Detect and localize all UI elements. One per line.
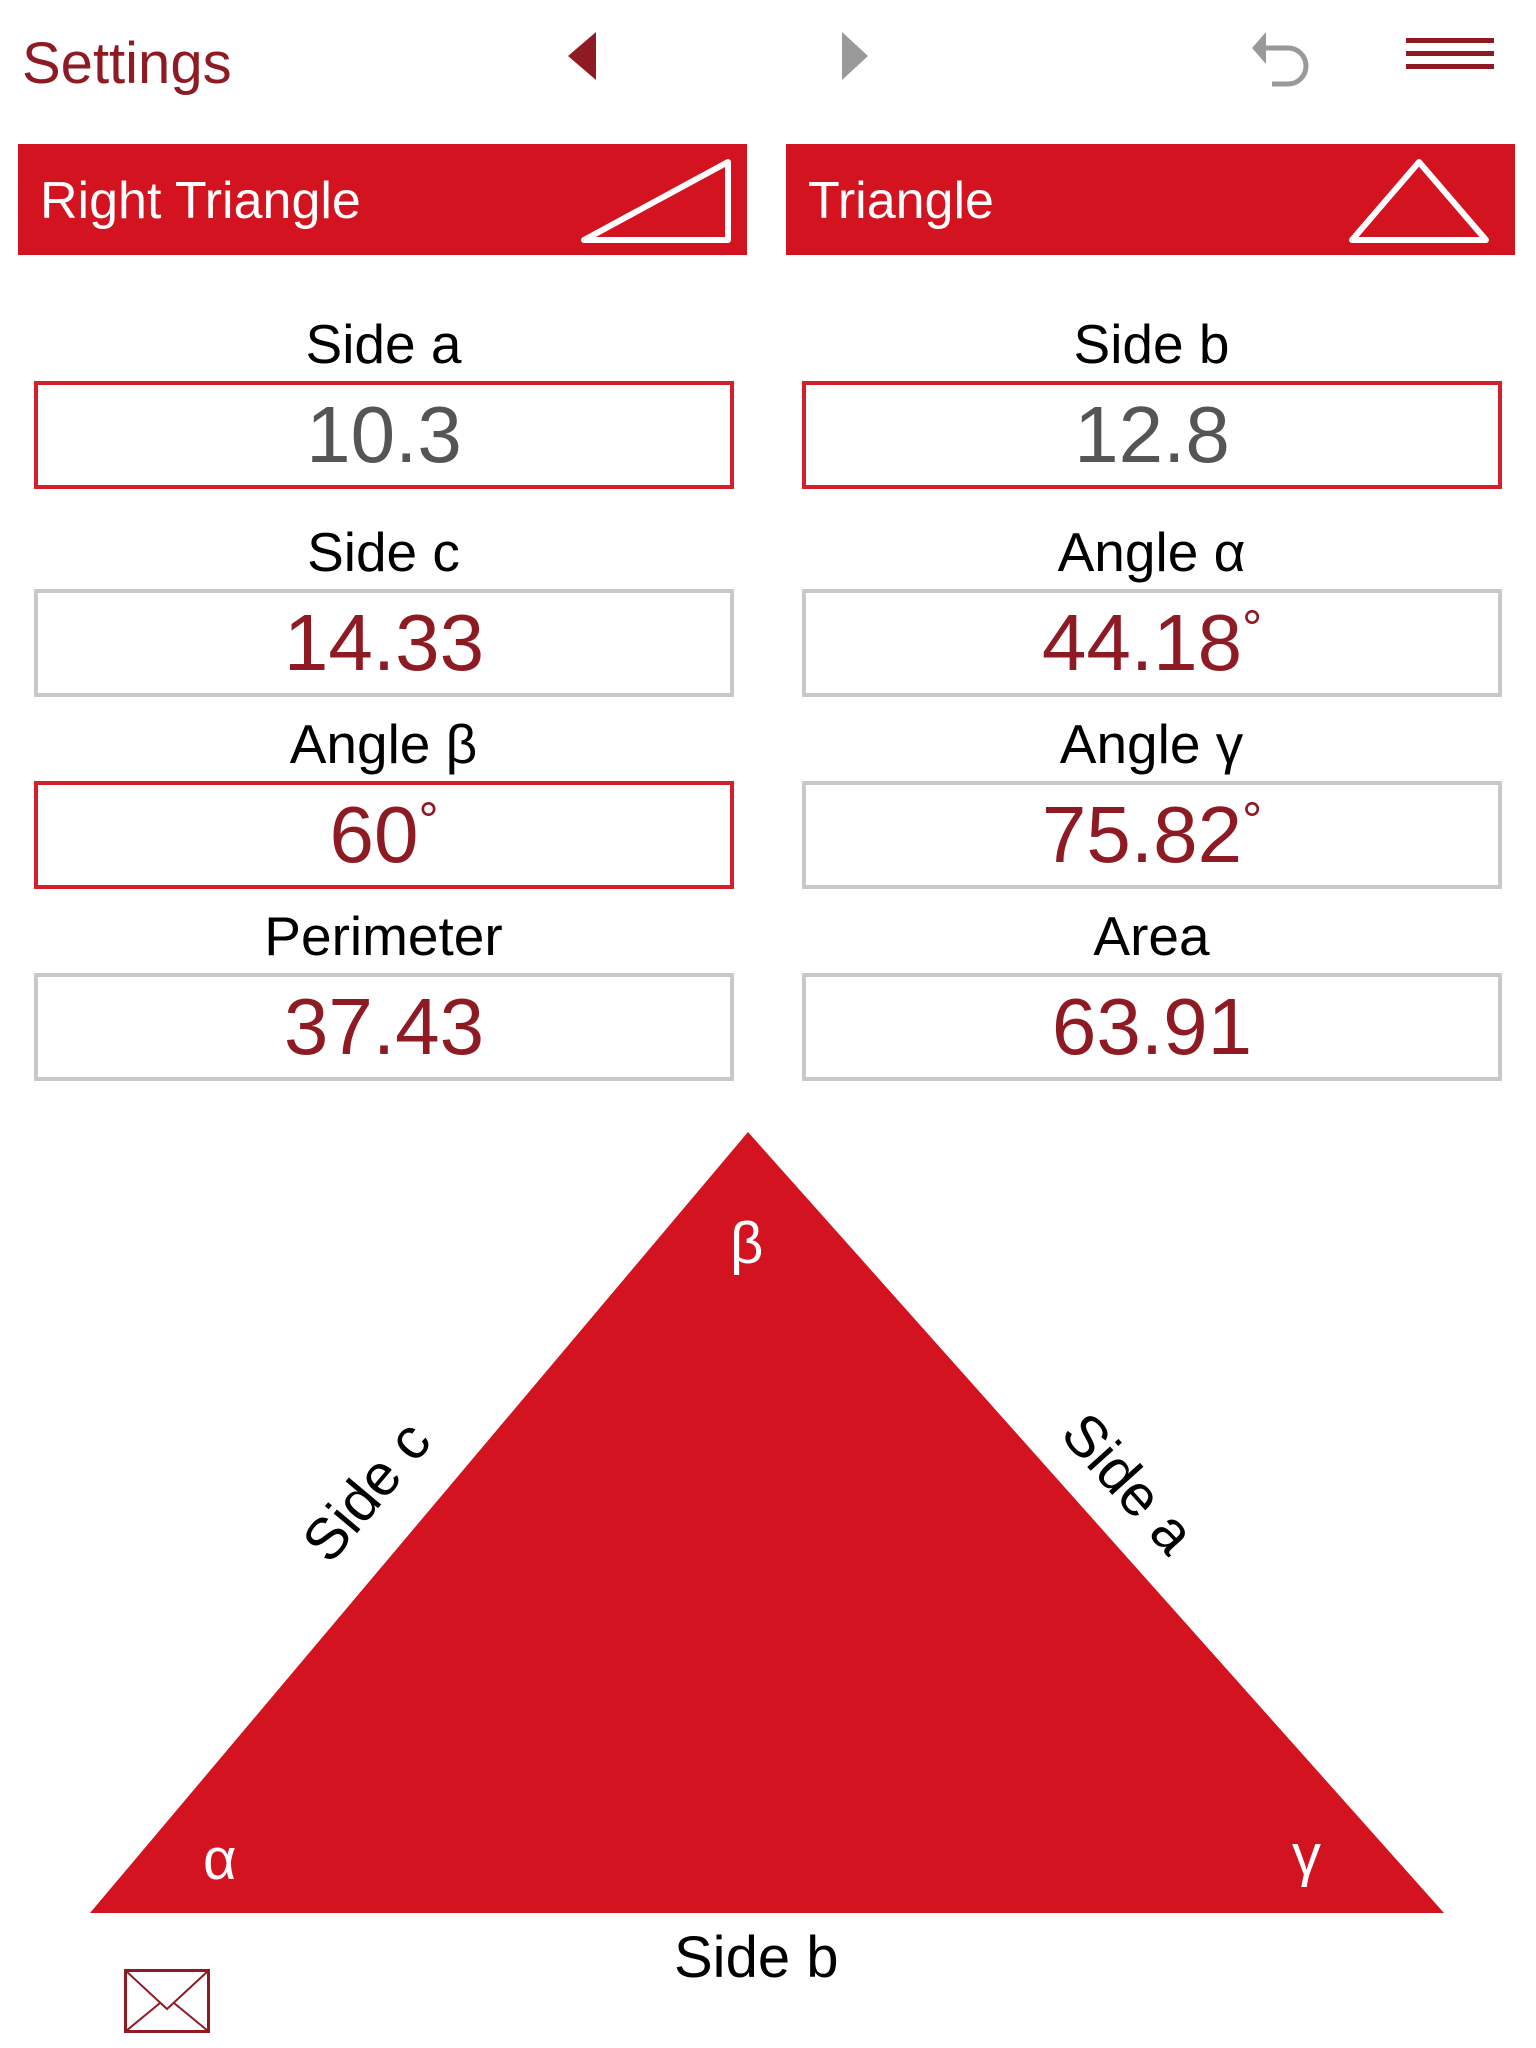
angle-beta-input[interactable]: 60° [34,781,734,889]
triangle-label: Triangle [808,172,994,230]
right-triangle-icon [581,159,731,243]
prev-arrow-icon[interactable] [568,32,598,80]
angle-alpha-value: 44.18 [1041,598,1243,687]
side-c-label: Side c [307,521,460,583]
perimeter-label: Perimeter [264,905,503,967]
degree-symbol: ° [1242,600,1263,656]
side-b-label: Side b [1073,313,1230,375]
area-output[interactable]: 63.91 [802,973,1502,1081]
triangle-icon [1349,159,1489,243]
right-triangle-label: Right Triangle [40,172,361,230]
side-c-value: 14.33 [283,598,485,687]
angle-alpha-input[interactable]: 44.18° [802,589,1502,697]
side-b-input[interactable]: 12.8 [802,381,1502,489]
angle-alpha-label: Angle α [1057,521,1246,583]
settings-link[interactable]: Settings [22,30,232,97]
angle-gamma-label: Angle γ [1059,713,1244,775]
side-c-input[interactable]: 14.33 [34,589,734,697]
triangle-shape [90,1132,1444,1913]
degree-symbol: ° [1242,792,1263,848]
side-a-input[interactable]: 10.3 [34,381,734,489]
side-b-value: 12.8 [1074,390,1230,479]
side-c-diagram-label: Side c [289,1408,444,1575]
menu-icon[interactable] [1406,38,1496,70]
side-a-diagram-label: Side a [1049,1400,1208,1567]
perimeter-value: 37.43 [283,982,485,1071]
alpha-label: α [203,1827,237,1892]
next-arrow-icon[interactable] [842,32,872,80]
right-triangle-button[interactable]: Right Triangle [18,144,747,255]
side-a-label: Side a [305,313,462,375]
degree-symbol: ° [418,792,439,848]
angle-beta-label: Angle β [289,713,478,775]
area-label: Area [1093,905,1210,967]
angle-gamma-input[interactable]: 75.82° [802,781,1502,889]
side-b-diagram-label: Side b [674,1925,839,1990]
beta-label: β [730,1211,764,1276]
angle-beta-value: 60 [329,790,419,879]
email-icon[interactable] [124,1969,210,2033]
angle-gamma-value: 75.82 [1041,790,1243,879]
triangle-button[interactable]: Triangle [786,144,1515,255]
side-a-value: 10.3 [306,390,462,479]
undo-icon[interactable] [1250,28,1316,88]
perimeter-output[interactable]: 37.43 [34,973,734,1081]
gamma-label: γ [1292,1823,1321,1888]
area-value: 63.91 [1051,982,1253,1071]
